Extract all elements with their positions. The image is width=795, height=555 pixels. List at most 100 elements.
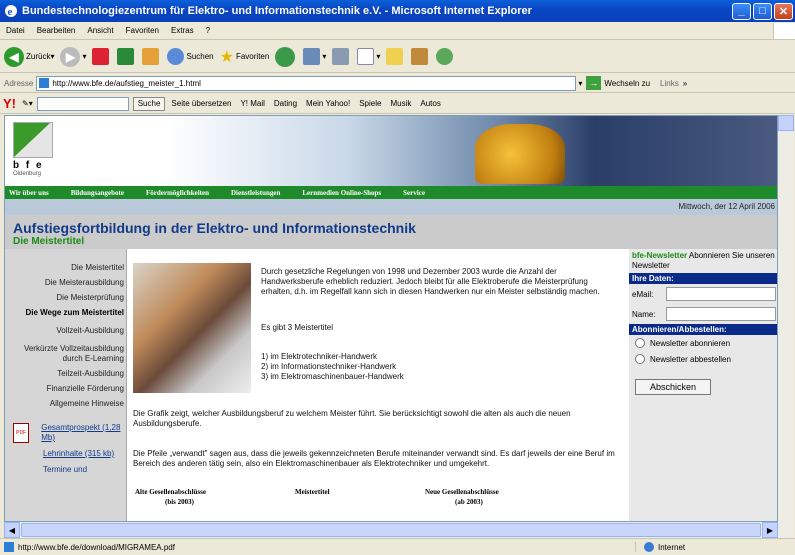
download-item[interactable]: Lehrinhalte (315 kb) xyxy=(5,449,126,459)
search-icon xyxy=(167,48,185,65)
messenger-icon xyxy=(436,48,454,65)
refresh-button[interactable] xyxy=(117,48,136,65)
go-button[interactable]: → Wechseln zu xyxy=(586,76,650,90)
close-button[interactable]: ✕ xyxy=(774,2,793,20)
stop-button[interactable] xyxy=(92,48,111,65)
menu-bearbeiten[interactable]: Bearbeiten xyxy=(31,26,82,35)
name-row: Name: xyxy=(629,304,777,324)
menu-ansicht[interactable]: Ansicht xyxy=(81,26,119,35)
bfe-logo[interactable]: b f e Oldenburg xyxy=(13,122,53,182)
nav-bildungsangebote[interactable]: Bildungsangebote xyxy=(71,189,124,197)
home-button[interactable] xyxy=(142,48,161,65)
status-text: http://www.bfe.de/download/MIGRAMEA.pdf xyxy=(18,542,175,552)
refresh-icon xyxy=(117,48,135,65)
name-field[interactable] xyxy=(666,307,776,321)
links-chevron-icon[interactable]: » xyxy=(683,79,687,88)
subscribe-header: Abonnieren/Abbestellen: xyxy=(629,324,777,335)
left-menu-item[interactable]: Teilzeit-Ausbildung xyxy=(5,369,126,379)
research-button[interactable] xyxy=(411,48,430,65)
menu-datei[interactable]: Datei xyxy=(0,26,31,35)
browser-window: e Bundestechnologiezentrum für Elektro- … xyxy=(0,0,795,555)
yahoo-search-button[interactable]: Suche xyxy=(132,96,166,111)
nav-wir-ueber-uns[interactable]: Wir über uns xyxy=(9,189,49,197)
pencil-icon[interactable]: ✎▾ xyxy=(22,99,33,108)
unsubscribe-radio[interactable]: Newsletter abbestellen xyxy=(629,351,777,367)
subscribe-radio[interactable]: Newsletter abonnieren xyxy=(629,335,777,351)
menu-extras[interactable]: Extras xyxy=(165,26,200,35)
history-button[interactable] xyxy=(275,46,297,67)
left-menu-item[interactable]: Vollzeit-Ausbildung xyxy=(5,326,126,336)
ie-logo-icon: e xyxy=(4,4,18,18)
page-viewport: b f e Oldenburg Wir über uns Bildungsang… xyxy=(4,115,778,522)
ybar-dating[interactable]: Dating xyxy=(274,99,297,108)
scroll-thumb[interactable] xyxy=(21,523,761,537)
left-menu-item[interactable]: Verkürzte Vollzeitausbildung durch E-Lea… xyxy=(5,344,126,364)
col-old: Alte Gesellenabschlüsse xyxy=(135,488,206,496)
search-button[interactable]: Suchen xyxy=(167,48,214,65)
list-item: 2) im Informationstechniker-Handwerk xyxy=(261,362,397,371)
submit-button[interactable]: Abschicken xyxy=(635,379,711,395)
col-master: Meistertitel xyxy=(295,488,330,496)
edit-button[interactable]: ▾ xyxy=(357,48,380,65)
page-subtitle: Die Meistertitel xyxy=(13,236,85,247)
menu-favoriten[interactable]: Favoriten xyxy=(120,26,165,35)
radio-icon xyxy=(635,338,645,348)
back-button[interactable]: ◀ Zurück ▾ xyxy=(4,46,54,67)
honey-jar-image xyxy=(475,124,565,184)
list-item: 3) im Elektromaschinenbauer-Handwerk xyxy=(261,372,404,381)
left-menu-item[interactable]: Finanzielle Förderung xyxy=(5,384,126,394)
menu-help[interactable]: ? xyxy=(200,26,216,35)
page-title: Aufstiegsfortbildung in der Elektro- und… xyxy=(13,220,416,236)
title-bar: e Bundestechnologiezentrum für Elektro- … xyxy=(0,0,795,22)
go-arrow-icon: → xyxy=(586,76,602,90)
vertical-scrollbar[interactable] xyxy=(778,115,794,522)
folder-button[interactable] xyxy=(386,48,405,65)
ybar-cars[interactable]: Autos xyxy=(420,99,440,108)
scroll-left-button[interactable]: ◀ xyxy=(4,522,20,538)
forward-button[interactable]: ▶ ▾ xyxy=(60,46,86,67)
left-menu-item[interactable]: Die Meistertitel xyxy=(5,263,126,273)
nav-dienstleistungen[interactable]: Dienstleistungen xyxy=(231,189,280,197)
nav-foerdermoeglichkeiten[interactable]: Fördermöglichkeiten xyxy=(146,189,209,197)
left-menu-item[interactable]: Die Meisterausbildung xyxy=(5,278,126,288)
maximize-button[interactable]: □ xyxy=(753,2,772,20)
ybar-mail[interactable]: Y! Mail xyxy=(240,99,264,108)
newsletter-panel: bfe-Newsletter Abonnieren Sie unseren Ne… xyxy=(629,249,777,521)
page-icon xyxy=(39,78,50,88)
download-item[interactable]: PDF Gesamtprospekt (1,28 Mb) xyxy=(5,423,126,443)
left-menu-item[interactable]: Allgemeine Hinweise xyxy=(5,399,126,409)
left-menu-item-active[interactable]: Die Wege zum Meistertitel xyxy=(5,308,126,318)
download-item[interactable]: Termine und xyxy=(5,465,126,475)
ybar-games[interactable]: Spiele xyxy=(359,99,381,108)
yahoo-search-input[interactable] xyxy=(36,96,129,111)
horizontal-scrollbar[interactable]: ◀ ▶ xyxy=(4,522,794,538)
arrows-paragraph: Die Pfeile „verwandt" sagen aus, dass di… xyxy=(133,449,615,468)
minimize-button[interactable]: _ xyxy=(732,2,751,20)
messenger-button[interactable] xyxy=(436,48,455,65)
favorites-button[interactable]: ★ Favoriten xyxy=(220,47,270,67)
email-field[interactable] xyxy=(666,287,776,301)
nav-lernmedien[interactable]: Lernmedien Online-Shops xyxy=(302,189,381,197)
scroll-up-button[interactable] xyxy=(778,115,794,131)
ybar-music[interactable]: Musik xyxy=(390,99,411,108)
history-icon xyxy=(275,46,296,67)
address-input[interactable]: http://www.bfe.de/aufstieg_meister_1.htm… xyxy=(36,75,577,91)
your-data-header: Ihre Daten: xyxy=(629,273,777,284)
nav-service[interactable]: Service xyxy=(403,189,425,197)
globe-icon xyxy=(644,542,654,552)
ybar-myyahoo[interactable]: Mein Yahoo! xyxy=(306,99,350,108)
left-menu-item[interactable]: Die Meisterprüfung xyxy=(5,293,126,303)
links-label[interactable]: Links xyxy=(660,79,679,88)
yahoo-logo-icon[interactable]: Y! xyxy=(3,96,16,111)
print-button[interactable] xyxy=(332,48,351,65)
star-icon: ★ xyxy=(219,48,234,66)
mail-button[interactable]: ▾ xyxy=(303,48,326,65)
address-bar: Adresse http://www.bfe.de/aufstieg_meist… xyxy=(0,74,795,93)
radio-icon xyxy=(635,354,645,364)
standard-toolbar: ◀ Zurück ▾ ▶ ▾ Suchen ★ Favoriten ▾ ▾ xyxy=(0,41,795,73)
ybar-translate[interactable]: Seite übersetzen xyxy=(171,99,231,108)
left-menu: Die Meistertitel Die Meisterausbildung D… xyxy=(5,249,127,521)
address-label: Adresse xyxy=(4,78,34,88)
address-dropdown-arrow[interactable]: ▾ xyxy=(578,79,582,88)
scroll-right-button[interactable]: ▶ xyxy=(762,522,778,538)
